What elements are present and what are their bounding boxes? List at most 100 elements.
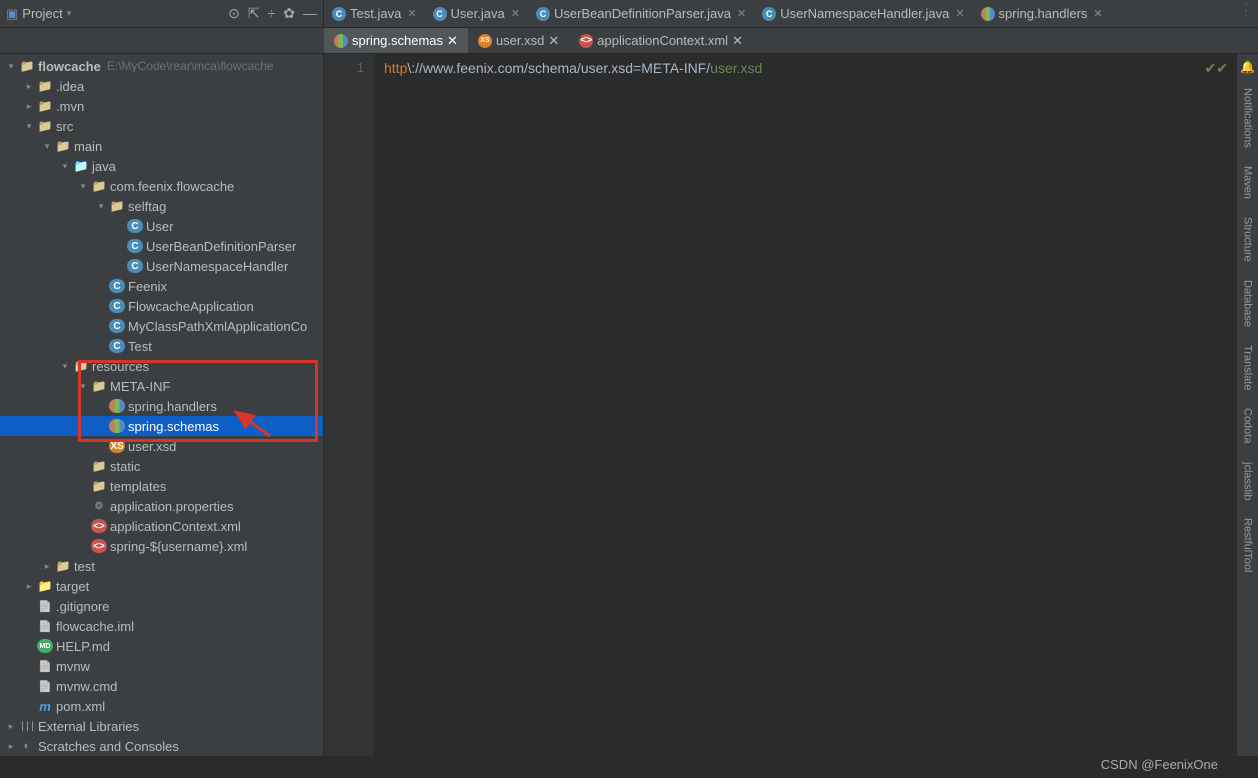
close-icon[interactable]: ✕ [955, 7, 964, 20]
tree-node[interactable]: 📁.mvn [0, 96, 323, 116]
code-keyword: http [384, 60, 407, 76]
bell-icon[interactable]: 🔔 [1240, 60, 1255, 74]
tree-node[interactable]: CUser [0, 216, 323, 236]
tree-node[interactable]: 📁templates [0, 476, 323, 496]
code-editor[interactable]: 1 http\://www.feenix.com/schema/user.xsd… [324, 54, 1236, 756]
chevron-icon[interactable] [60, 161, 70, 172]
code-content[interactable]: http\://www.feenix.com/schema/user.xsd=M… [374, 54, 1236, 756]
tree-node[interactable]: <>spring-${username}.xml [0, 536, 323, 556]
chevron-icon[interactable] [78, 181, 88, 192]
editor-tab[interactable]: <>applicationContext.xml✕ [569, 28, 753, 53]
tree-node[interactable]: 📁static [0, 456, 323, 476]
properties-icon: ⚙ [91, 499, 107, 513]
tree-node[interactable]: 📁target [0, 576, 323, 596]
chevron-icon[interactable] [6, 61, 16, 72]
tree-label: pom.xml [56, 699, 105, 714]
chevron-icon[interactable] [24, 581, 34, 592]
locate-icon[interactable]: ⊙ [228, 5, 240, 22]
chevron-icon[interactable] [42, 561, 52, 572]
tree-node[interactable]: 📁com.feenix.flowcache [0, 176, 323, 196]
close-icon[interactable]: ✕ [737, 7, 746, 20]
tree-node[interactable]: 📁flowcacheE:\MyCode\rear\mca\flowcache [0, 56, 323, 76]
tab-label: UserBeanDefinitionParser.java [554, 6, 731, 21]
tree-node[interactable]: 📄.gitignore [0, 596, 323, 616]
tree-node[interactable]: 📄mvnw [0, 656, 323, 676]
close-icon[interactable]: ✕ [732, 33, 743, 49]
tree-node[interactable]: 📁.idea [0, 76, 323, 96]
project-icon: ▣ [6, 6, 18, 22]
editor-tab[interactable]: CUser.java✕ [425, 0, 528, 27]
editor-tab[interactable]: spring.handlers✕ [973, 0, 1111, 27]
project-tree[interactable]: 📁flowcacheE:\MyCode\rear\mca\flowcache📁.… [0, 54, 324, 756]
dropdown-icon[interactable]: ▾ [67, 8, 72, 19]
tree-node[interactable]: spring.schemas [0, 416, 323, 436]
close-icon[interactable]: ✕ [447, 33, 458, 49]
file-icon: 📄 [37, 599, 53, 613]
chevron-icon[interactable] [6, 721, 16, 732]
tree-node[interactable]: <>applicationContext.xml [0, 516, 323, 536]
tree-node[interactable]: External Libraries [0, 716, 323, 736]
tree-node[interactable]: CUserNamespaceHandler [0, 256, 323, 276]
hide-icon[interactable]: — [303, 5, 317, 22]
chevron-icon[interactable] [24, 121, 34, 132]
tree-node[interactable]: CFeenix [0, 276, 323, 296]
tree-node[interactable]: ⚙application.properties [0, 496, 323, 516]
right-tool-translate[interactable]: Translate [1242, 341, 1254, 394]
editor-tab[interactable]: CUserBeanDefinitionParser.java✕ [528, 0, 754, 27]
tree-node[interactable]: mpom.xml [0, 696, 323, 716]
tree-node[interactable]: CMyClassPathXmlApplicationCo [0, 316, 323, 336]
tree-node[interactable]: XSuser.xsd [0, 436, 323, 456]
editor-tab[interactable]: XSuser.xsd✕ [468, 28, 569, 53]
close-icon[interactable]: ✕ [511, 7, 520, 20]
tree-node[interactable]: CFlowcacheApplication [0, 296, 323, 316]
tree-node[interactable]: CUserBeanDefinitionParser [0, 236, 323, 256]
tree-label: com.feenix.flowcache [110, 179, 234, 194]
chevron-icon[interactable] [6, 741, 16, 752]
editor-tabs-row-2: spring.schemas✕XSuser.xsd✕<>applicationC… [0, 28, 1258, 54]
chevron-icon[interactable] [24, 101, 34, 112]
editor-tab[interactable]: spring.schemas✕ [324, 28, 468, 53]
right-tool-maven[interactable]: Maven [1242, 162, 1254, 203]
right-tool-database[interactable]: Database [1242, 276, 1254, 331]
tree-node[interactable]: 📁resources [0, 356, 323, 376]
tab-overflow-icon[interactable]: ⋮ [1234, 0, 1258, 27]
chevron-icon[interactable] [24, 81, 34, 92]
tab-label: applicationContext.xml [597, 33, 728, 48]
editor-tab[interactable]: CUserNamespaceHandler.java✕ [754, 0, 972, 27]
tree-label: target [56, 579, 89, 594]
tree-node[interactable]: 📄flowcache.iml [0, 616, 323, 636]
tree-node[interactable]: spring.handlers [0, 396, 323, 416]
tree-node[interactable]: 📁META-INF [0, 376, 323, 396]
close-icon[interactable]: ✕ [407, 7, 416, 20]
tree-node[interactable]: 📁test [0, 556, 323, 576]
folder-icon: 📁 [91, 479, 107, 493]
tree-label: FlowcacheApplication [128, 299, 254, 314]
chevron-icon[interactable] [60, 361, 70, 372]
tree-node[interactable]: 📄mvnw.cmd [0, 676, 323, 696]
project-label[interactable]: Project [22, 6, 62, 21]
chevron-icon[interactable] [78, 381, 88, 392]
inspection-ok-icon[interactable]: ✔✔ [1205, 60, 1228, 77]
collapse-icon[interactable]: ÷ [268, 5, 276, 22]
right-tool-notifications[interactable]: Notifications [1242, 84, 1254, 152]
tree-node[interactable]: 📁src [0, 116, 323, 136]
right-tool-structure[interactable]: Structure [1242, 213, 1254, 266]
tree-node[interactable]: Scratches and Consoles [0, 736, 323, 756]
tree-node[interactable]: MDHELP.md [0, 636, 323, 656]
expand-icon[interactable]: ⇱ [248, 5, 260, 22]
editor-tab[interactable]: CTest.java✕ [324, 0, 425, 27]
tree-node[interactable]: 📁java [0, 156, 323, 176]
folder-icon: 📁 [73, 359, 89, 373]
settings-icon[interactable]: ✿ [283, 5, 295, 22]
right-tool-jclasslib[interactable]: jclasslib [1242, 458, 1254, 505]
close-icon[interactable]: ✕ [1093, 7, 1102, 20]
top-bar: ▣ Project ▾ ⊙ ⇱ ÷ ✿ — CTest.java✕CUser.j… [0, 0, 1258, 28]
chevron-icon[interactable] [42, 141, 52, 152]
tree-node[interactable]: 📁main [0, 136, 323, 156]
tree-node[interactable]: 📁selftag [0, 196, 323, 216]
right-tool-restfultool[interactable]: RestfulTool [1242, 514, 1254, 576]
close-icon[interactable]: ✕ [548, 33, 559, 49]
tree-node[interactable]: CTest [0, 336, 323, 356]
right-tool-codota[interactable]: Codota [1242, 404, 1254, 447]
chevron-icon[interactable] [96, 201, 106, 212]
